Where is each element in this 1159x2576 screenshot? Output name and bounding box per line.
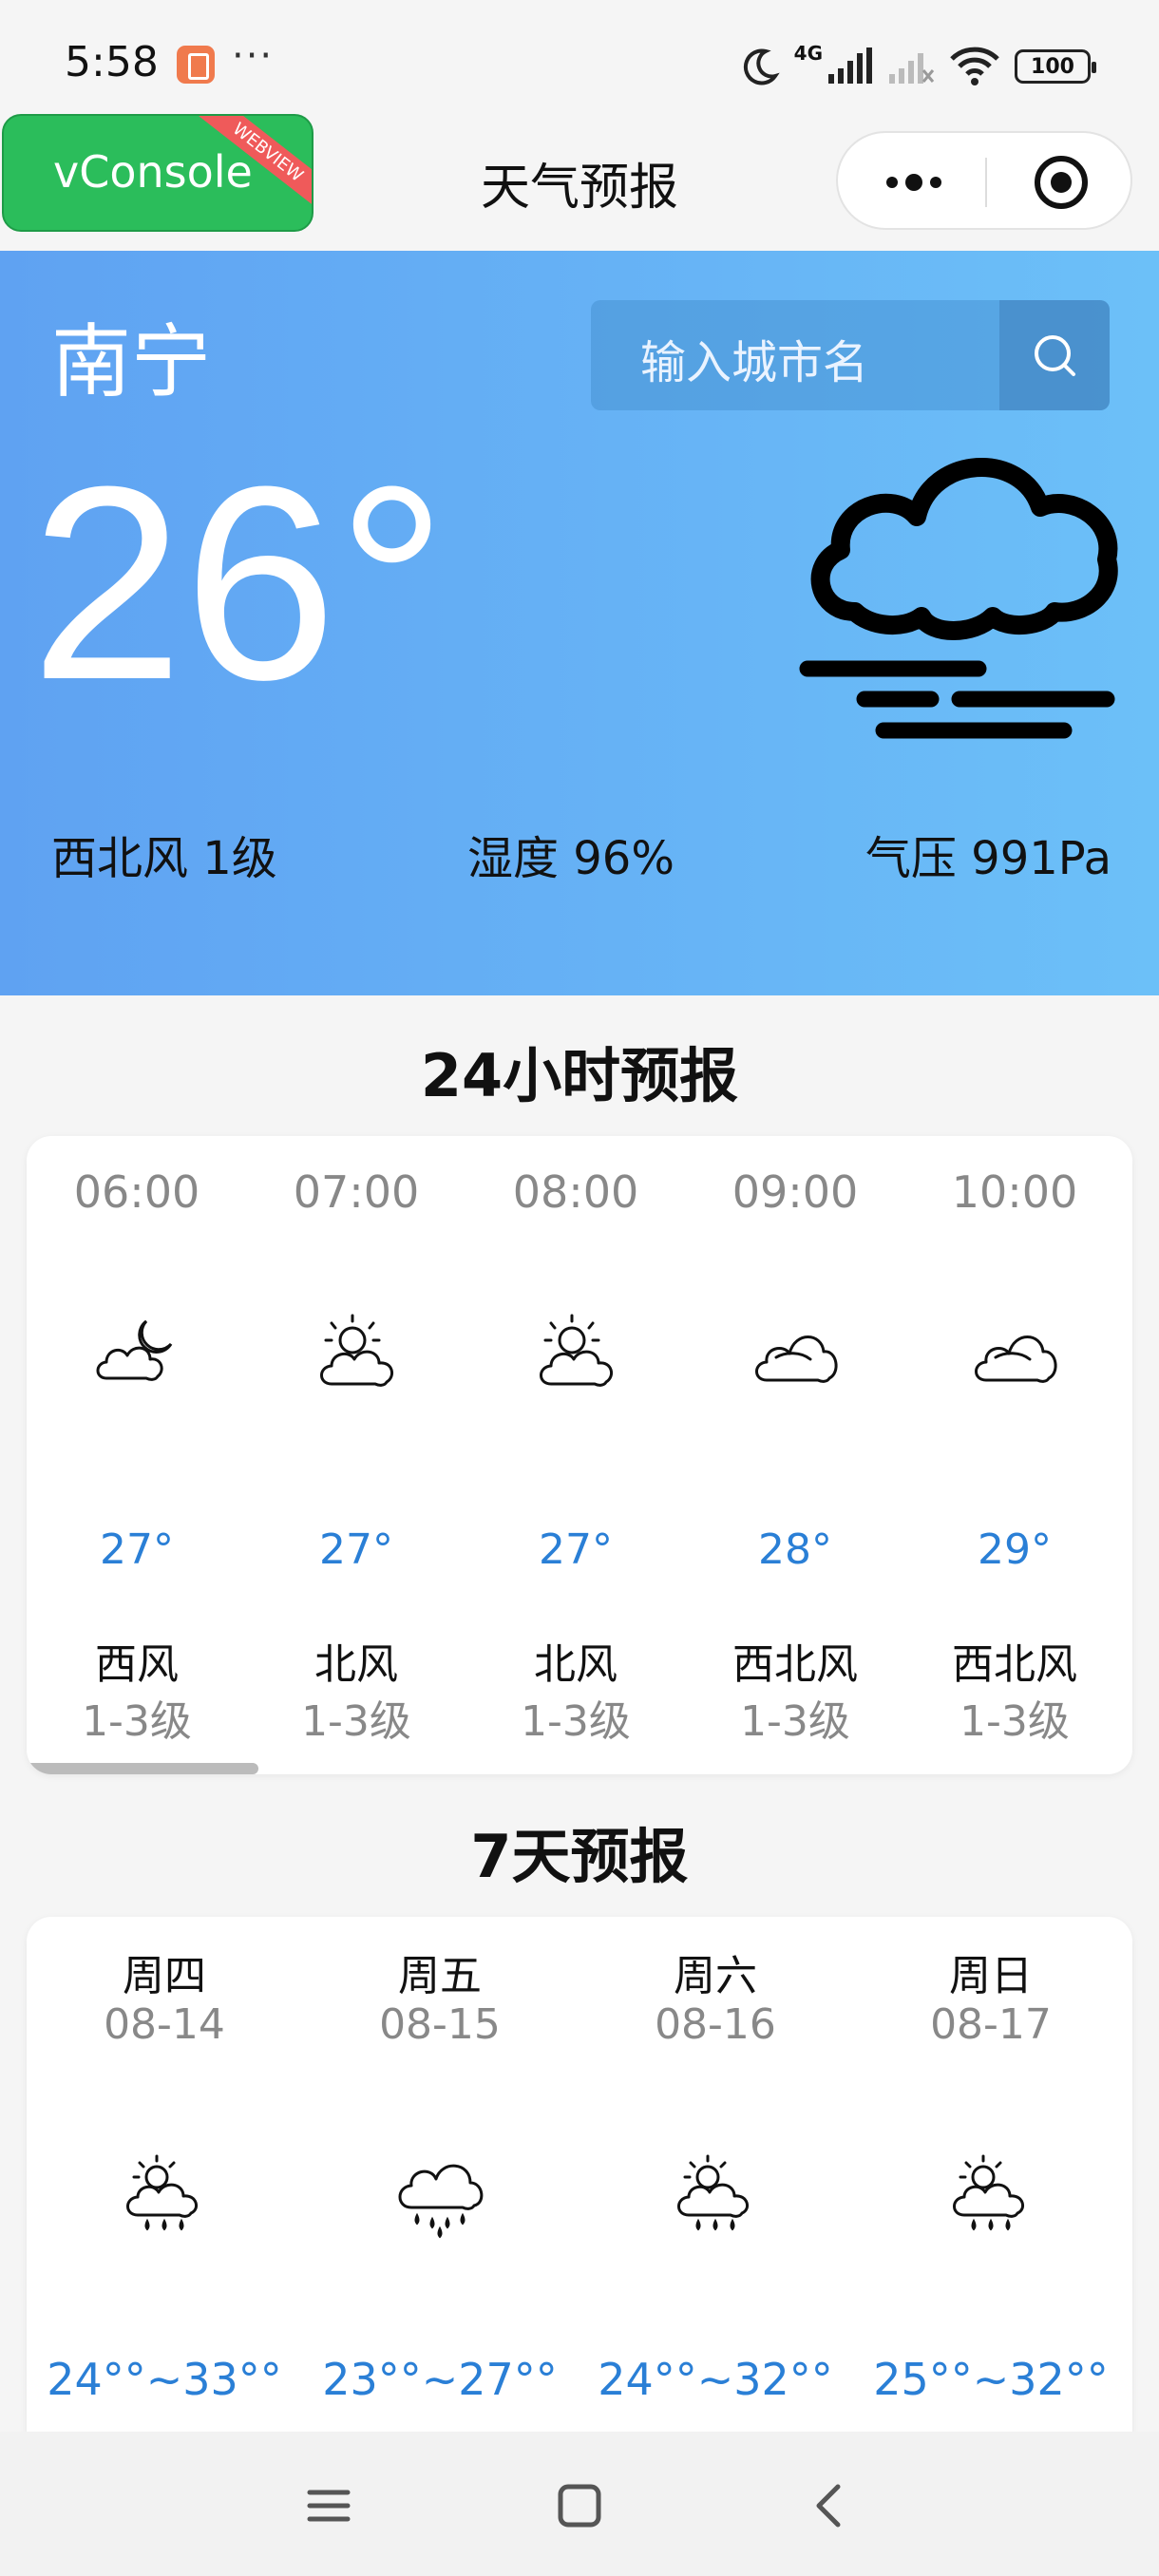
hour-wind-level: 1-3级 [960,1697,1070,1746]
hour-wind-level: 1-3级 [82,1697,192,1746]
hour-temp: 27° [539,1525,613,1574]
hour-temp: 28° [758,1525,832,1574]
day-temp-range: 25°°~32°° [873,2354,1109,2405]
search-icon [1035,335,1075,376]
day-temp-range: 24°°~33°° [47,2354,282,2405]
hour-temp: 29° [978,1525,1052,1574]
day-date: 08-15 [379,2000,501,2049]
menu-icon[interactable] [300,2477,357,2534]
wind-info: 西北风 1级 [51,832,277,885]
day-weekday: 周日 [949,1952,1033,2000]
signal-weak-icon [889,53,935,84]
miniprogram-capsule [836,131,1132,230]
daily-forecast-card: 周四 08-14 24°°~33°° 周五 08-15 23°°~27°° 周六… [27,1917,1132,2506]
hour-wind-dir: 北风 [534,1640,618,1689]
day-weekday: 周四 [123,1952,206,2000]
sun-shower-icon [953,2154,1025,2231]
sun-shower-icon [126,2154,199,2231]
pressure-info: 气压 991Pa [864,832,1112,885]
current-temperature: 26° [30,429,447,737]
horizontal-scrollbar[interactable] [27,1763,258,1774]
day-temp-range: 23°°~27°° [322,2354,558,2405]
hour-wind-dir: 西风 [95,1640,179,1689]
city-search: 输入城市名 [591,300,1110,410]
hour-temp: 27° [319,1525,393,1574]
battery-icon: 100 [1015,49,1096,84]
cloudy-icon [975,1335,1057,1383]
moon-icon [743,48,780,85]
partly-cloudy-day-icon [540,1314,614,1387]
more-dots-icon[interactable] [881,163,947,201]
signal-icon [828,47,872,84]
hour-time: 08:00 [512,1166,639,1218]
cloudy-icon [755,1335,838,1383]
day-weekday: 周五 [398,1952,482,2000]
home-icon[interactable] [551,2477,608,2534]
current-weather-panel: 南宁 输入城市名 26° 西北风 1级 湿度 96% 气压 991Pa [0,251,1159,995]
day-date: 08-17 [930,2000,1052,2049]
day-temp-range: 24°°~32°° [598,2354,833,2405]
cloudy-fog-icon [799,458,1118,739]
rain-icon [398,2164,484,2239]
search-input[interactable]: 输入城市名 [640,325,868,391]
sun-shower-icon [677,2154,750,2231]
hour-wind-dir: 西北风 [732,1640,858,1689]
hour-wind-dir: 北风 [314,1640,398,1689]
hour-temp: 27° [100,1525,174,1574]
daily-forecast-title: 7天预报 [470,1822,689,1891]
day-weekday: 周六 [674,1952,757,2000]
hour-wind-level: 1-3级 [301,1697,411,1746]
back-icon[interactable] [802,2477,859,2534]
hour-wind-level: 1-3级 [521,1697,631,1746]
hour-time: 06:00 [73,1166,200,1218]
close-miniprogram-icon[interactable] [1033,154,1090,211]
wifi-icon [950,47,999,85]
day-date: 08-14 [104,2000,225,2049]
app-notification-icon [177,46,215,84]
hour-time: 09:00 [732,1166,859,1218]
day-date: 08-16 [655,2000,776,2049]
partly-cloudy-day-icon [320,1314,394,1387]
status-time: 5:58 [65,38,159,86]
status-more: ··· [232,34,275,78]
system-nav-bar [0,2432,1159,2576]
hourly-forecast-card: 06:00 27° 西风 1-3级 07:00 27° 北风 1-3级 08:0… [27,1136,1132,1774]
battery-level: 100 [1031,54,1074,79]
capsule-divider [985,158,987,207]
search-button[interactable] [999,300,1110,410]
hour-time: 07:00 [293,1166,420,1218]
humidity-info: 湿度 96% [467,832,674,885]
network-type: 4G [793,42,823,65]
city-name: 南宁 [51,315,212,408]
partly-cloudy-night-icon [96,1319,173,1381]
status-bar: 5:58 ··· 4G 100 [0,0,1159,123]
hour-wind-level: 1-3级 [740,1697,850,1746]
hourly-forecast-title: 24小时预报 [420,1041,739,1110]
hour-time: 10:00 [951,1166,1078,1218]
hour-wind-dir: 西北风 [952,1640,1077,1689]
status-indicators: 4G 100 [739,38,1096,95]
